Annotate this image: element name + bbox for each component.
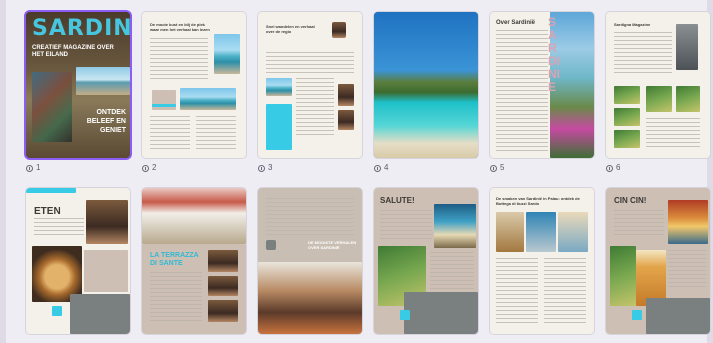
- cover-sea-photo: [76, 67, 130, 95]
- gray-block: [646, 298, 710, 334]
- cyan-square: [400, 310, 410, 320]
- page-thumbnail-7[interactable]: ETEN: [26, 188, 130, 334]
- shop-photo-3: [558, 212, 588, 252]
- cover-title: SARDINIE: [32, 16, 130, 41]
- photo-1: [208, 250, 238, 272]
- page-number-6: 6: [606, 163, 620, 173]
- page-number-2: 2: [142, 163, 156, 173]
- page-heading: SALUTE!: [380, 196, 415, 205]
- beer-bottle-photo: [668, 200, 708, 244]
- photo-green-1: [614, 86, 640, 104]
- photo-2: [208, 276, 238, 296]
- page-heading: Sardigna Magazine: [614, 22, 651, 27]
- hops-photo: [610, 246, 636, 306]
- cover-graffiti-wall: [32, 72, 72, 142]
- coast-photo: [214, 34, 240, 74]
- beach-photo: [374, 12, 478, 158]
- gray-block: [70, 294, 130, 334]
- photo-person-2: [338, 110, 354, 130]
- page-thumbnail-9[interactable]: DE MOOISTE VERHALEN OVER SARDINIË: [258, 188, 362, 334]
- page-heading: DE MOOISTE VERHALEN OVER SARDINIË: [308, 240, 357, 250]
- chefs-photo: [86, 200, 128, 244]
- cover-tagline: ONTDEK BELEEF EN GENIET: [86, 109, 126, 134]
- page-status-icon: [606, 164, 613, 172]
- page-thumbnail-10[interactable]: SALUTE!: [374, 188, 478, 334]
- page-number-1: 1: [26, 163, 40, 173]
- vertical-title: SARDINIE: [548, 15, 560, 94]
- color-block: [152, 90, 176, 110]
- woman-eating-photo: [258, 262, 362, 334]
- photo-green-3: [676, 86, 700, 112]
- terrace-photo: [142, 188, 246, 244]
- cyan-square: [52, 306, 62, 316]
- page-number-4: 4: [374, 163, 388, 173]
- page-thumbnail-11[interactable]: De smaken van Sardinië in Palau: ontdek …: [490, 188, 594, 334]
- page-status-icon: [374, 164, 381, 172]
- page-thumbnail-4[interactable]: [374, 12, 478, 158]
- color-block: [84, 250, 128, 292]
- cover-subtitle: CREATIEF MAGAZINE OVER HET EILAND: [32, 45, 114, 58]
- page-heading: De mooie kust en blij de plek waar men h…: [150, 22, 210, 32]
- shop-photo-1: [496, 212, 524, 252]
- page-status-icon: [258, 164, 265, 172]
- gray-block: [404, 292, 478, 334]
- accent-bar: [152, 104, 176, 107]
- page-overview-grid: SARDINIE CREATIEF MAGAZINE OVER HET EILA…: [0, 0, 713, 343]
- drinks-photo: [434, 204, 476, 248]
- page-heading: LA TERRAZZA DI SANTE: [150, 252, 199, 267]
- page-number-3: 3: [258, 163, 272, 173]
- cyan-square: [632, 310, 642, 320]
- page-heading: CIN CIN!: [614, 196, 647, 205]
- page-thumbnail-8[interactable]: LA TERRAZZA DI SANTE: [142, 188, 246, 334]
- page-status-icon: [490, 164, 497, 172]
- page-status-icon: [26, 164, 33, 172]
- photo-green-2: [646, 86, 672, 112]
- page-thumbnail-12[interactable]: CIN CIN!: [606, 188, 710, 334]
- page-thumbnail-6[interactable]: Sardigna Magazine: [606, 12, 710, 158]
- shop-photo-2: [526, 212, 556, 252]
- page-heading: ETEN: [34, 206, 61, 217]
- page-number-5: 5: [490, 163, 504, 173]
- photo-small: [266, 78, 292, 96]
- photo-green-4: [614, 108, 640, 126]
- cyan-panel: [266, 104, 292, 150]
- page-status-icon: [142, 164, 149, 172]
- page-thumbnail-3[interactable]: Snel wandelen en verhaal over de regio: [258, 12, 362, 158]
- church-photo: [676, 24, 698, 70]
- page-thumbnail-1[interactable]: SARDINIE CREATIEF MAGAZINE OVER HET EILA…: [26, 12, 130, 158]
- accent-bar: [26, 188, 76, 193]
- page-thumbnail-5[interactable]: Over Sardinië SARDINIE: [490, 12, 594, 158]
- photo-3: [208, 300, 238, 322]
- bay-photo: [180, 88, 236, 110]
- page-heading: De smaken van Sardinië in Palau: ontdek …: [496, 196, 580, 206]
- author-portrait: [332, 22, 346, 38]
- photo-green-5: [614, 130, 640, 148]
- photo-person: [338, 84, 354, 106]
- page-thumbnail-2[interactable]: De mooie kust en blij de plek waar men h…: [142, 12, 246, 158]
- page-heading: Over Sardinië: [496, 20, 536, 26]
- page-heading: Snel wandelen en verhaal over de regio: [266, 24, 315, 34]
- gray-square: [266, 240, 276, 250]
